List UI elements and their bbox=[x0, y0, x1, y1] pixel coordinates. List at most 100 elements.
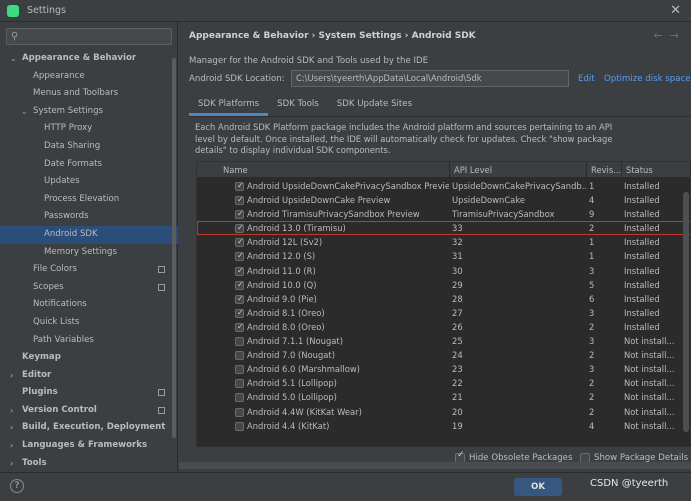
sidebar-item[interactable]: Passwords bbox=[0, 208, 178, 226]
table-row[interactable]: Android 8.1 (Oreo) 27 3 Installed bbox=[197, 306, 690, 320]
row-checkbox[interactable] bbox=[235, 306, 244, 320]
search-input[interactable]: ⚲ bbox=[6, 28, 172, 45]
sidebar-item-label: Passwords bbox=[44, 211, 89, 222]
table-row[interactable]: Android 10.0 (Q) 29 5 Installed bbox=[197, 278, 690, 292]
table-row[interactable]: Android UpsideDownCake Preview UpsideDown… bbox=[197, 193, 690, 207]
table-row[interactable]: Android 13.0 (Tiramisu) 33 2 Installed bbox=[197, 221, 690, 235]
row-checkbox[interactable] bbox=[235, 393, 244, 403]
row-checkbox[interactable] bbox=[235, 235, 244, 249]
sidebar-item[interactable]: Keymap bbox=[0, 349, 178, 367]
table-row[interactable]: Android 5.0 (Lollipop) 21 2 Not install... bbox=[197, 390, 690, 404]
row-checkbox[interactable] bbox=[235, 351, 244, 361]
sidebar-item[interactable]: File Colors bbox=[0, 261, 178, 279]
row-checkbox[interactable] bbox=[235, 407, 244, 417]
table-row[interactable]: Android 7.1.1 (Nougat) 25 3 Not install... bbox=[197, 334, 690, 348]
sidebar-item[interactable]: Plugins bbox=[0, 384, 178, 402]
sidebar-item[interactable]: Memory Settings bbox=[0, 244, 178, 262]
sidebar-item[interactable]: Quick Lists bbox=[0, 314, 178, 332]
table-scrollbar[interactable] bbox=[683, 192, 689, 432]
close-icon[interactable]: ✕ bbox=[670, 3, 681, 18]
header-api-level[interactable]: API Level bbox=[454, 165, 492, 175]
cell-api-level: 23 bbox=[452, 364, 463, 375]
table-row[interactable]: Android 5.1 (Lollipop) 22 2 Not install... bbox=[197, 376, 690, 390]
back-arrow-icon[interactable]: ← bbox=[654, 29, 663, 42]
row-checkbox[interactable] bbox=[235, 207, 244, 221]
sdk-location-field[interactable]: C:\Users\tyeerth\AppData\Local\Android\S… bbox=[291, 70, 569, 87]
sidebar-item[interactable]: Updates bbox=[0, 173, 178, 191]
row-checkbox[interactable] bbox=[235, 179, 244, 193]
table-row[interactable]: Android 6.0 (Marshmallow) 23 3 Not install.… bbox=[197, 362, 690, 376]
ok-button[interactable]: OK bbox=[514, 478, 562, 496]
sidebar-item[interactable]: Menus and Toolbars bbox=[0, 85, 178, 103]
tab-sdk-update-sites[interactable]: SDK Update Sites bbox=[328, 94, 421, 116]
table-row[interactable]: Android 9.0 (Pie) 28 6 Installed bbox=[197, 292, 690, 306]
sidebar-item-label: Date Formats bbox=[44, 158, 103, 169]
tab-sdk-tools[interactable]: SDK Tools bbox=[268, 94, 328, 116]
sidebar-item[interactable]: Process Elevation bbox=[0, 191, 178, 209]
chevron-right-icon[interactable]: › bbox=[10, 419, 13, 437]
chevron-right-icon[interactable]: › bbox=[10, 402, 13, 420]
table-row[interactable]: Android UpsideDownCakePrivacySandbox Pre… bbox=[197, 179, 690, 193]
table-row[interactable]: Android 8.0 (Oreo) 26 2 Installed bbox=[197, 320, 690, 334]
row-checkbox[interactable] bbox=[235, 421, 244, 431]
sidebar-item[interactable]: Appearance bbox=[0, 68, 178, 86]
sidebar-item[interactable]: Path Variables bbox=[0, 332, 178, 350]
sidebar-item[interactable]: Data Sharing bbox=[0, 138, 178, 156]
row-checkbox[interactable] bbox=[235, 337, 244, 347]
sidebar-item[interactable]: ⌄ Appearance & Behavior bbox=[0, 50, 178, 68]
row-checkbox[interactable] bbox=[235, 278, 244, 292]
horizontal-scrollbar[interactable] bbox=[179, 462, 691, 469]
sidebar-item[interactable]: ⌄ System Settings bbox=[0, 103, 178, 121]
cell-api-level: 31 bbox=[452, 251, 463, 262]
row-checkbox[interactable] bbox=[235, 264, 244, 278]
header-revision[interactable]: Revis... bbox=[591, 165, 621, 175]
sidebar-item[interactable]: › Tools bbox=[0, 455, 178, 473]
cell-api-level: 28 bbox=[452, 293, 463, 304]
table-row[interactable]: Android TiramisuPrivacySandbox Preview Ti… bbox=[197, 207, 690, 221]
help-button[interactable]: ? bbox=[10, 479, 24, 493]
column-separator bbox=[586, 162, 587, 178]
table-row[interactable]: Android 4.4W (KitKat Wear) 20 2 Not install… bbox=[197, 405, 690, 419]
table-row[interactable]: Android 12.0 (S) 31 1 Installed bbox=[197, 249, 690, 264]
chevron-right-icon[interactable]: › bbox=[10, 455, 13, 473]
cell-status: Installed bbox=[624, 321, 660, 332]
sidebar-item[interactable]: › Languages & Frameworks bbox=[0, 437, 178, 455]
cell-name: Android 12.0 (S) bbox=[247, 251, 316, 262]
sidebar-item[interactable]: › Editor bbox=[0, 367, 178, 385]
chevron-down-icon[interactable]: ⌄ bbox=[21, 103, 28, 121]
sidebar-item-label: System Settings bbox=[33, 105, 104, 116]
row-checkbox[interactable] bbox=[235, 193, 244, 207]
sidebar-item[interactable]: › Version Control bbox=[0, 402, 178, 420]
header-status[interactable]: Status bbox=[626, 165, 653, 175]
chevron-down-icon[interactable]: ⌄ bbox=[10, 50, 17, 68]
settings-sidebar: ⚲ ⌄ Appearance & Behavior Appearance Menus … bbox=[0, 22, 178, 472]
table-row[interactable]: Android 7.0 (Nougat) 24 2 Not install... bbox=[197, 348, 690, 362]
header-name[interactable]: Name bbox=[223, 165, 248, 175]
row-checkbox[interactable] bbox=[235, 221, 244, 235]
sidebar-scrollbar[interactable] bbox=[172, 58, 176, 438]
sidebar-item[interactable]: Android SDK bbox=[0, 225, 178, 244]
tab-sdk-platforms[interactable]: SDK Platforms bbox=[189, 94, 269, 116]
table-row[interactable]: Android 4.4 (KitKat) 19 4 Not install... bbox=[197, 419, 690, 433]
row-checkbox[interactable] bbox=[235, 320, 244, 334]
edit-link[interactable]: Edit bbox=[578, 74, 595, 84]
row-checkbox[interactable] bbox=[235, 365, 244, 375]
sidebar-item[interactable]: HTTP Proxy bbox=[0, 120, 178, 138]
table-row[interactable]: Android 12L (Sv2) 32 1 Installed bbox=[197, 235, 690, 249]
sidebar-item[interactable]: Date Formats bbox=[0, 156, 178, 174]
optimize-disk-space-link[interactable]: Optimize disk space bbox=[604, 74, 691, 84]
row-checkbox[interactable] bbox=[235, 379, 244, 389]
table-row[interactable]: Android 11.0 (R) 30 3 Installed bbox=[197, 264, 690, 278]
chevron-right-icon[interactable]: › bbox=[10, 437, 13, 455]
row-checkbox[interactable] bbox=[235, 249, 244, 264]
chevron-right-icon[interactable]: › bbox=[10, 367, 13, 385]
cell-status: Installed bbox=[624, 209, 660, 220]
cell-revision: 1 bbox=[589, 251, 595, 262]
cell-status: Not install... bbox=[624, 336, 675, 347]
row-checkbox[interactable] bbox=[235, 292, 244, 306]
sidebar-item[interactable]: Notifications bbox=[0, 296, 178, 314]
cell-status: Not install... bbox=[624, 378, 675, 389]
sidebar-item[interactable]: Scopes bbox=[0, 279, 178, 297]
sidebar-item[interactable]: › Build, Execution, Deployment bbox=[0, 419, 178, 437]
forward-arrow-icon[interactable]: → bbox=[670, 29, 679, 42]
